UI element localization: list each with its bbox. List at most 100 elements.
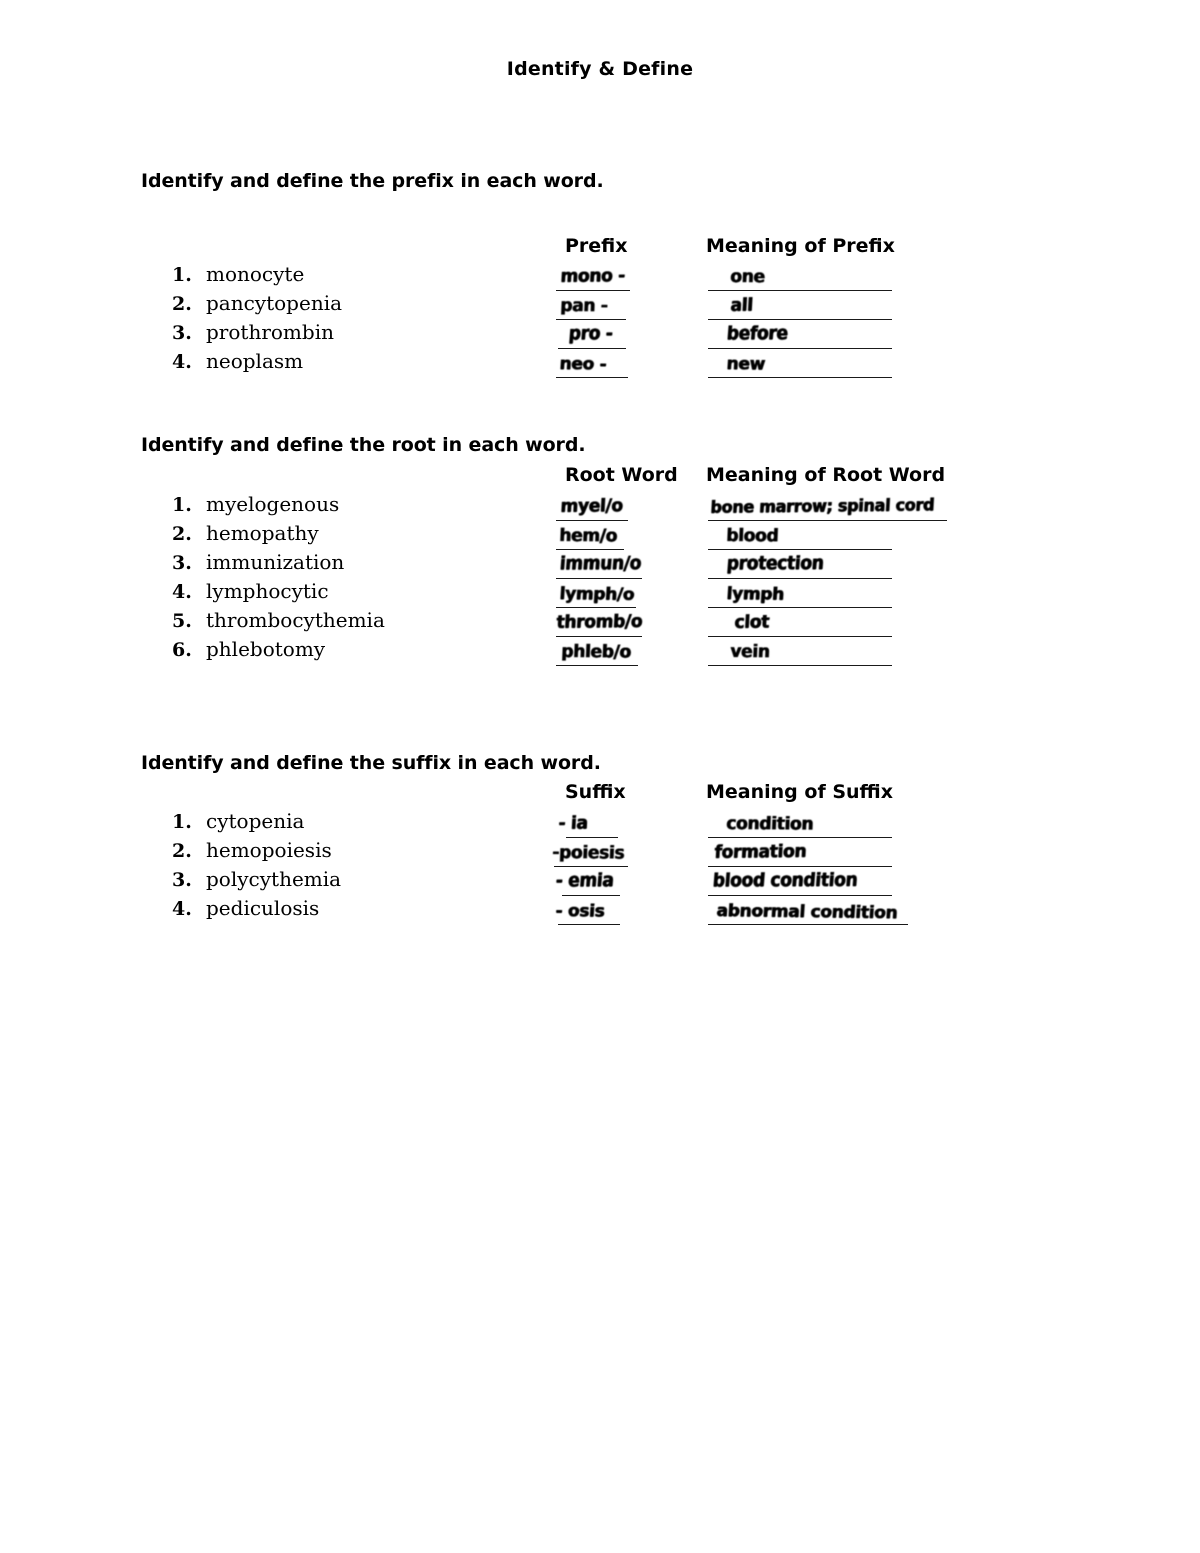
answer-field-suffix[interactable]: - ia [552, 809, 702, 838]
meaning-field-suffix[interactable]: condition [708, 809, 918, 838]
answer-field-suffix[interactable]: - emia [552, 867, 702, 896]
item-word: hemopoiesis [206, 838, 332, 862]
meaning-field-prefix[interactable]: one [708, 262, 908, 291]
answer-field-prefix[interactable]: pro - [556, 320, 706, 349]
answer-rule [556, 665, 638, 666]
answer-field-prefix[interactable]: neo - [556, 349, 706, 378]
item-number: 1. [172, 494, 192, 516]
instruction-prefix: Identify and define the prefix in each w… [141, 170, 604, 192]
item-word: hemopathy [206, 521, 319, 545]
answer-field-root[interactable]: myel/o [556, 492, 716, 521]
instruction-root: Identify and define the root in each wor… [141, 434, 586, 456]
meaning-column-root[interactable]: bone marrow; spinal cord blood protectio… [708, 492, 958, 666]
item-number: 2. [172, 523, 192, 545]
meaning-field-prefix[interactable]: before [708, 320, 908, 349]
answer-rule [708, 924, 908, 925]
list-item: 1. monocyte [172, 262, 342, 291]
handwritten-answer: - ia [558, 812, 589, 834]
answer-rule [556, 377, 628, 378]
meaning-field-suffix[interactable]: abnormal condition [708, 896, 918, 925]
answer-column-suffix[interactable]: - ia -poiesis - emia - osis [552, 809, 702, 925]
meaning-field-root[interactable]: vein [708, 637, 958, 666]
list-item: 3. polycythemia [172, 867, 341, 896]
handwritten-answer: - emia [555, 870, 615, 892]
list-item: 4. neoplasm [172, 349, 342, 378]
handwritten-meaning: all [730, 294, 754, 316]
answer-field-suffix[interactable]: -poiesis [552, 838, 702, 867]
handwritten-answer: immun/o [559, 553, 642, 575]
handwritten-answer: phleb/o [561, 641, 632, 663]
item-number: 6. [172, 639, 192, 661]
list-item: 2. hemopathy [172, 521, 385, 550]
list-item: 1. cytopenia [172, 809, 341, 838]
handwritten-answer: thromb/o [556, 610, 643, 633]
item-number: 3. [172, 322, 192, 344]
item-number: 4. [172, 581, 192, 603]
handwritten-answer: pan - [560, 295, 609, 317]
answer-field-suffix[interactable]: - osis [552, 896, 702, 925]
worksheet-page: Identify & Define Identify and define th… [0, 0, 1200, 1553]
item-word: cytopenia [206, 809, 305, 833]
answer-field-root[interactable]: immun/o [556, 550, 716, 579]
column-header-meaning-of-suffix: Meaning of Suffix [706, 781, 893, 803]
handwritten-meaning: blood [726, 525, 779, 547]
item-word: immunization [206, 550, 345, 574]
item-word: lymphocytic [206, 579, 329, 603]
meaning-field-suffix[interactable]: blood condition [708, 867, 918, 896]
meaning-field-prefix[interactable]: all [708, 291, 908, 320]
meaning-field-root[interactable]: protection [708, 550, 958, 579]
handwritten-meaning: abnormal condition [716, 901, 899, 924]
list-item: 4. lymphocytic [172, 579, 385, 608]
item-word: polycythemia [206, 867, 342, 891]
handwritten-meaning: formation [714, 840, 807, 863]
item-word: prothrombin [206, 320, 334, 344]
answer-field-root[interactable]: phleb/o [556, 637, 716, 666]
item-word: myelogenous [206, 492, 340, 516]
answer-field-prefix[interactable]: pan - [556, 291, 706, 320]
handwritten-answer: mono - [560, 265, 626, 287]
item-word: phlebotomy [206, 637, 326, 661]
meaning-column-suffix[interactable]: condition formation blood condition abno… [708, 809, 918, 925]
answer-field-prefix[interactable]: mono - [556, 262, 706, 291]
answer-rule [558, 924, 620, 925]
meaning-field-root[interactable]: clot [708, 608, 958, 637]
handwritten-meaning: blood condition [712, 869, 859, 892]
handwritten-meaning: condition [726, 813, 814, 835]
answer-field-root[interactable]: thromb/o [556, 608, 716, 637]
handwritten-meaning: protection [726, 553, 825, 575]
answer-column-root[interactable]: myel/o hem/o immun/o lymph/o thromb/o ph… [556, 492, 716, 666]
handwritten-answer: neo - [559, 354, 608, 375]
meaning-column-prefix[interactable]: one all before new [708, 262, 908, 378]
item-word: thrombocythemia [206, 608, 385, 632]
item-number: 3. [172, 552, 192, 574]
answer-field-root[interactable]: lymph/o [556, 579, 716, 608]
item-number: 5. [172, 610, 192, 632]
handwritten-answer: pro - [568, 323, 614, 345]
item-number: 4. [172, 351, 192, 373]
word-list-root: 1. myelogenous 2. hemopathy 3. immunizat… [172, 492, 385, 666]
meaning-field-suffix[interactable]: formation [708, 838, 918, 867]
meaning-field-root[interactable]: lymph [708, 579, 958, 608]
meaning-field-prefix[interactable]: new [708, 349, 908, 378]
page-title: Identify & Define [506, 58, 694, 80]
handwritten-meaning: clot [734, 611, 770, 633]
handwritten-meaning: one [730, 266, 766, 288]
answer-field-root[interactable]: hem/o [556, 521, 716, 550]
handwritten-answer: lymph/o [559, 584, 635, 605]
list-item: 3. prothrombin [172, 320, 342, 349]
item-number: 4. [172, 898, 192, 920]
answer-rule [708, 377, 892, 378]
answer-column-prefix[interactable]: mono - pan - pro - neo - [556, 262, 706, 378]
item-word: pediculosis [206, 896, 320, 920]
list-item: 3. immunization [172, 550, 385, 579]
column-header-prefix: Prefix [565, 235, 628, 257]
column-header-suffix: Suffix [565, 781, 626, 803]
meaning-field-root[interactable]: bone marrow; spinal cord [708, 492, 958, 521]
instruction-suffix: Identify and define the suffix in each w… [141, 752, 601, 774]
item-number: 2. [172, 840, 192, 862]
item-number: 1. [172, 264, 192, 286]
meaning-field-root[interactable]: blood [708, 521, 958, 550]
handwritten-meaning: vein [730, 641, 771, 663]
item-word: monocyte [206, 262, 305, 286]
column-header-meaning-of-prefix: Meaning of Prefix [706, 235, 895, 257]
